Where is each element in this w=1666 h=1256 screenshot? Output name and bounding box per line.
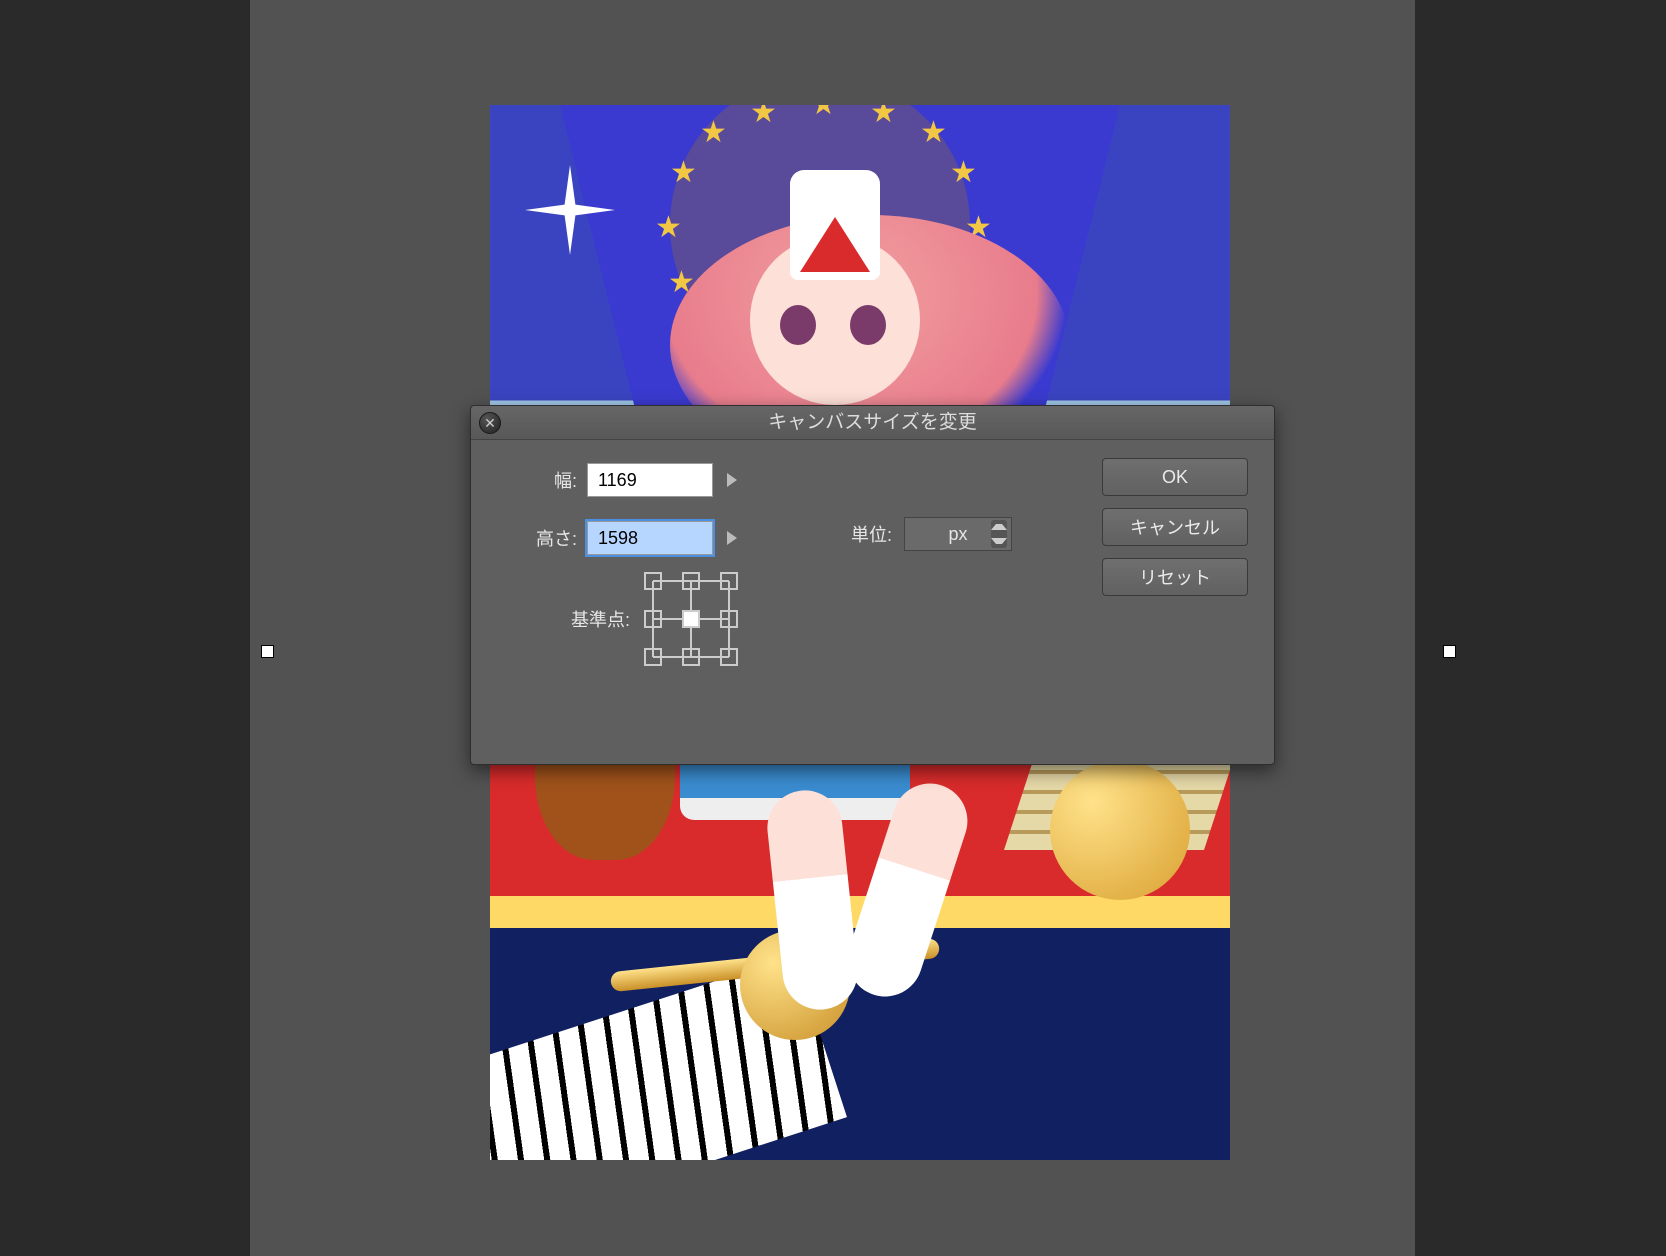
dialog-titlebar[interactable]: ✕ キャンバスサイズを変更 — [471, 406, 1274, 440]
transform-handle-left[interactable] — [261, 645, 274, 658]
anchor-bottom-center[interactable] — [682, 648, 700, 666]
unit-value: px — [949, 524, 968, 545]
width-label: 幅: — [495, 467, 587, 493]
anchor-bottom-right[interactable] — [720, 648, 738, 666]
unit-stepper[interactable] — [991, 520, 1007, 548]
close-icon[interactable]: ✕ — [479, 412, 501, 434]
chevron-up-icon — [991, 524, 1007, 530]
anchor-top-left[interactable] — [644, 572, 662, 590]
anchor-label: 基準点: — [571, 606, 630, 632]
anchor-top-right[interactable] — [720, 572, 738, 590]
height-input[interactable] — [587, 521, 713, 555]
width-input[interactable] — [587, 463, 713, 497]
reset-button[interactable]: リセット — [1102, 558, 1248, 596]
transform-handle-right[interactable] — [1443, 645, 1456, 658]
ok-button[interactable]: OK — [1102, 458, 1248, 496]
unit-label: 単位: — [851, 521, 892, 547]
dialog-title: キャンバスサイズを変更 — [768, 412, 976, 433]
chevron-down-icon — [991, 538, 1007, 544]
anchor-bottom-left[interactable] — [644, 648, 662, 666]
anchor-middle-left[interactable] — [644, 610, 662, 628]
cancel-button[interactable]: キャンセル — [1102, 508, 1248, 546]
anchor-grid — [644, 572, 738, 666]
anchor-top-center[interactable] — [682, 572, 700, 590]
height-menu-icon[interactable] — [727, 531, 737, 545]
width-menu-icon[interactable] — [727, 473, 737, 487]
unit-select[interactable]: px — [904, 517, 1012, 551]
anchor-middle-center[interactable] — [682, 610, 700, 628]
height-label: 高さ: — [495, 525, 587, 551]
anchor-middle-right[interactable] — [720, 610, 738, 628]
canvas-size-dialog: ✕ キャンバスサイズを変更 幅: 高さ: 単位: px 基準点: — [470, 405, 1275, 765]
